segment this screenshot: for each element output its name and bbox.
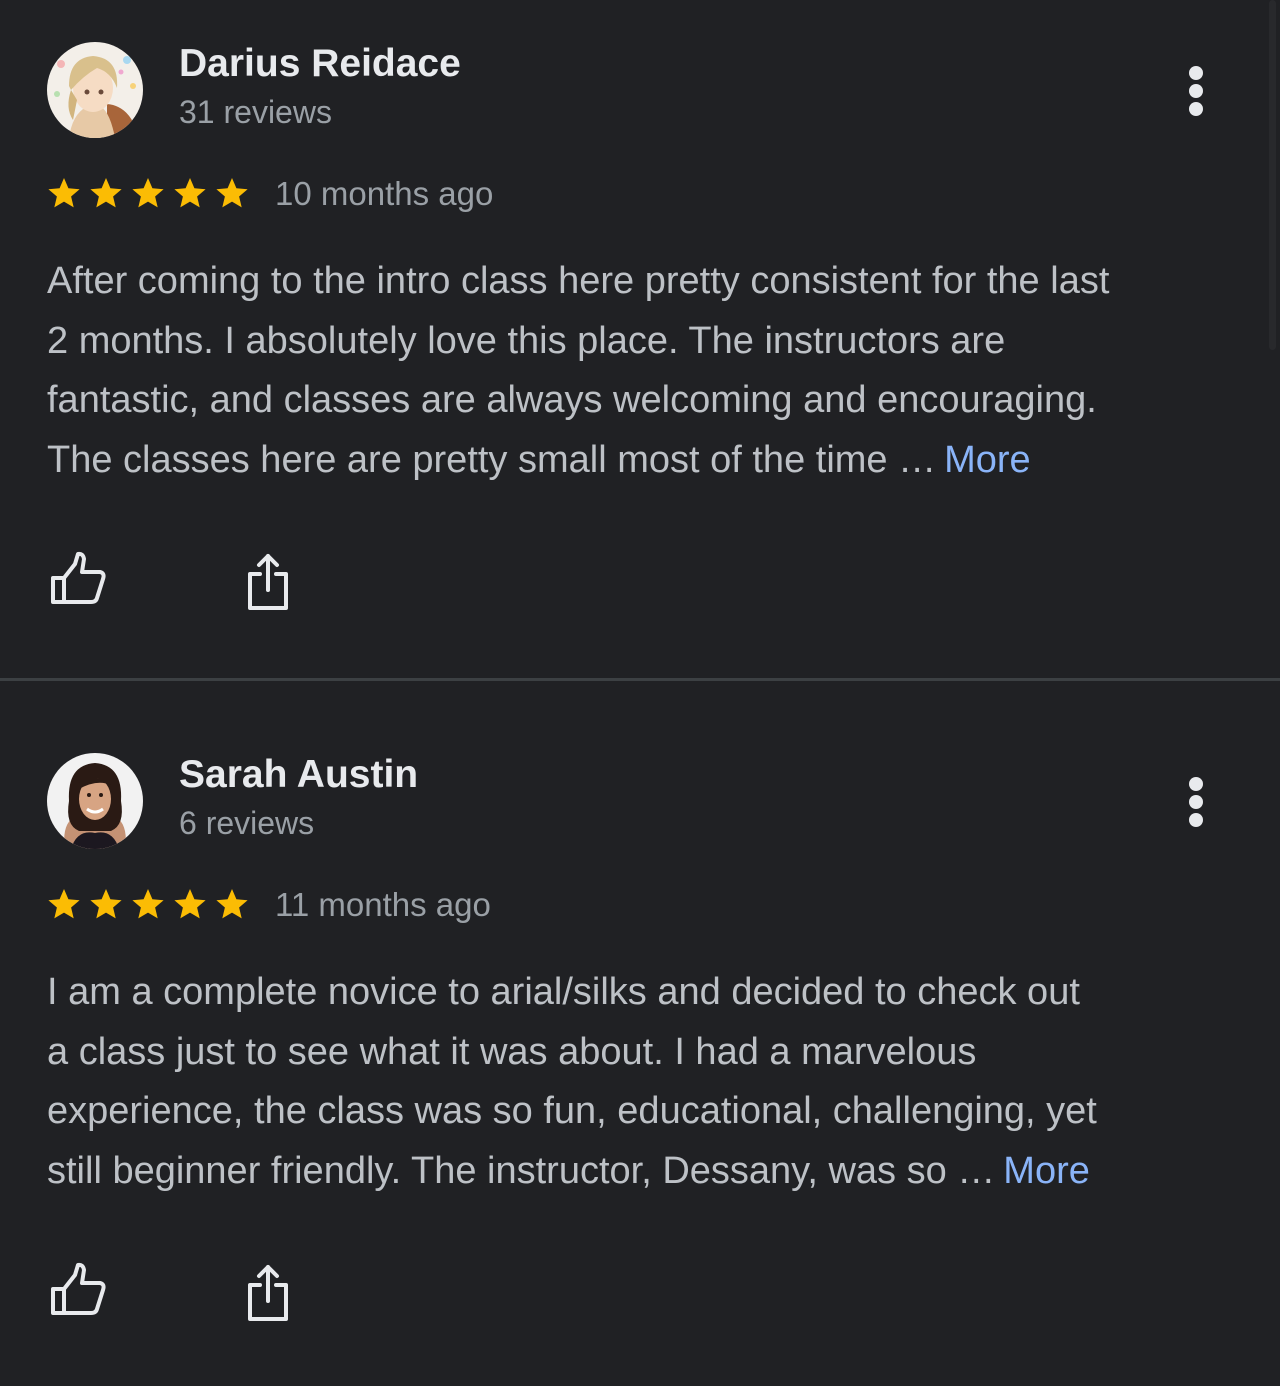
star-icon — [174, 178, 206, 208]
star-icon — [48, 178, 80, 208]
star-icon — [90, 178, 122, 208]
author-review-count: 31 reviews — [179, 94, 332, 130]
star-rating — [48, 178, 248, 208]
star-icon — [216, 178, 248, 208]
review-time: 10 months ago — [275, 175, 494, 212]
review-text-last-line: The classes here are pretty small most o… — [47, 431, 1247, 491]
scrollbar[interactable] — [1269, 0, 1276, 350]
star-icon — [174, 889, 206, 919]
star-icon — [48, 889, 80, 919]
photo-avatar-image — [47, 753, 143, 849]
review-text: I am a complete novice to arial/silks an… — [47, 963, 1247, 1201]
star-icon — [132, 889, 164, 919]
more-link[interactable]: More — [1003, 1150, 1090, 1192]
anime-avatar-image — [47, 42, 143, 138]
avatar[interactable] — [47, 753, 143, 849]
review-text: After coming to the intro class here pre… — [47, 252, 1247, 490]
review-text-line: still beginner friendly. The instructor,… — [47, 1149, 996, 1192]
author-name[interactable]: Darius Reidace — [179, 42, 461, 86]
share-icon[interactable] — [236, 548, 300, 614]
divider — [0, 678, 1280, 681]
review-text-line: experience, the class was so fun, educat… — [47, 1090, 1097, 1132]
review-text-line: The classes here are pretty small most o… — [47, 438, 937, 481]
review-text-line: 2 months. I absolutely love this place. … — [47, 319, 1006, 362]
thumbs-up-icon[interactable] — [46, 1259, 110, 1325]
more-link[interactable]: More — [944, 439, 1031, 481]
author-review-count: 6 reviews — [179, 805, 315, 841]
review-text-line: a class just to see what it was about. I… — [47, 1030, 977, 1073]
star-icon — [90, 889, 122, 919]
review-text-line: After coming to the intro class here pre… — [47, 260, 1110, 302]
thumbs-up-icon[interactable] — [46, 548, 110, 614]
review-time: 11 months ago — [275, 886, 491, 923]
more-options-icon[interactable] — [1172, 771, 1220, 831]
review-text-line: fantastic, and classes are always welcom… — [47, 379, 1097, 421]
star-icon — [216, 889, 248, 919]
star-rating — [48, 889, 248, 919]
reviews-list: Darius Reidace 31 reviews 10 months ago … — [0, 0, 1280, 1386]
more-options-icon[interactable] — [1172, 60, 1220, 120]
share-icon[interactable] — [236, 1259, 300, 1325]
star-icon — [132, 178, 164, 208]
avatar[interactable] — [47, 42, 143, 138]
review-card: Darius Reidace 31 reviews 10 months ago … — [0, 0, 1280, 678]
review-text-last-line: still beginner friendly. The instructor,… — [47, 1142, 1247, 1202]
review-card: Sarah Austin 6 reviews 11 months ago I a… — [0, 711, 1280, 1386]
author-name[interactable]: Sarah Austin — [179, 753, 418, 797]
review-text-line: I am a complete novice to arial/silks an… — [47, 971, 1080, 1013]
